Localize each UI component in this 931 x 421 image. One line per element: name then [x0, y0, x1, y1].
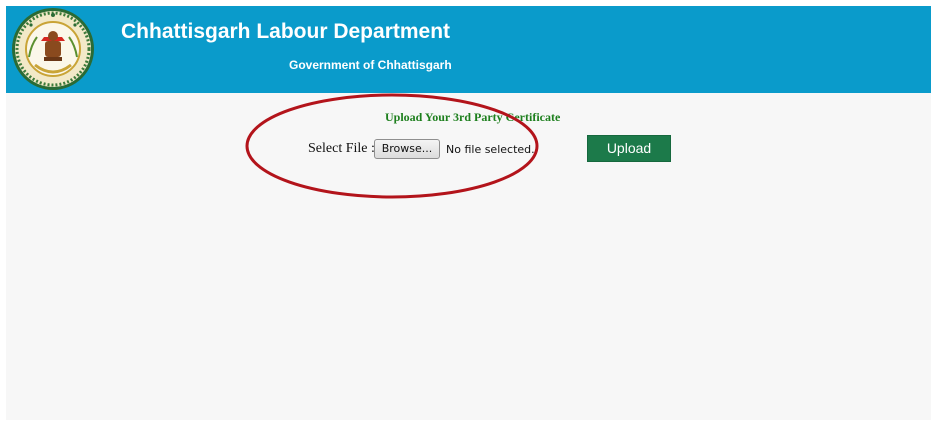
file-status-text: No file selected. — [446, 143, 535, 156]
site-header: Chhattisgarh Labour Department Governmen… — [6, 6, 931, 93]
state-emblem-icon — [12, 8, 94, 90]
site-subtitle: Government of Chhattisgarh — [289, 58, 452, 72]
select-file-label: Select File : — [308, 141, 375, 156]
upload-button[interactable]: Upload — [587, 135, 671, 162]
upload-panel: Upload Your 3rd Party Certificate Select… — [6, 93, 931, 420]
upload-heading: Upload Your 3rd Party Certificate — [385, 110, 561, 124]
page-frame: Chhattisgarh Labour Department Governmen… — [6, 6, 931, 420]
browse-button[interactable]: Browse... — [374, 139, 440, 159]
site-title: Chhattisgarh Labour Department — [121, 20, 451, 43]
